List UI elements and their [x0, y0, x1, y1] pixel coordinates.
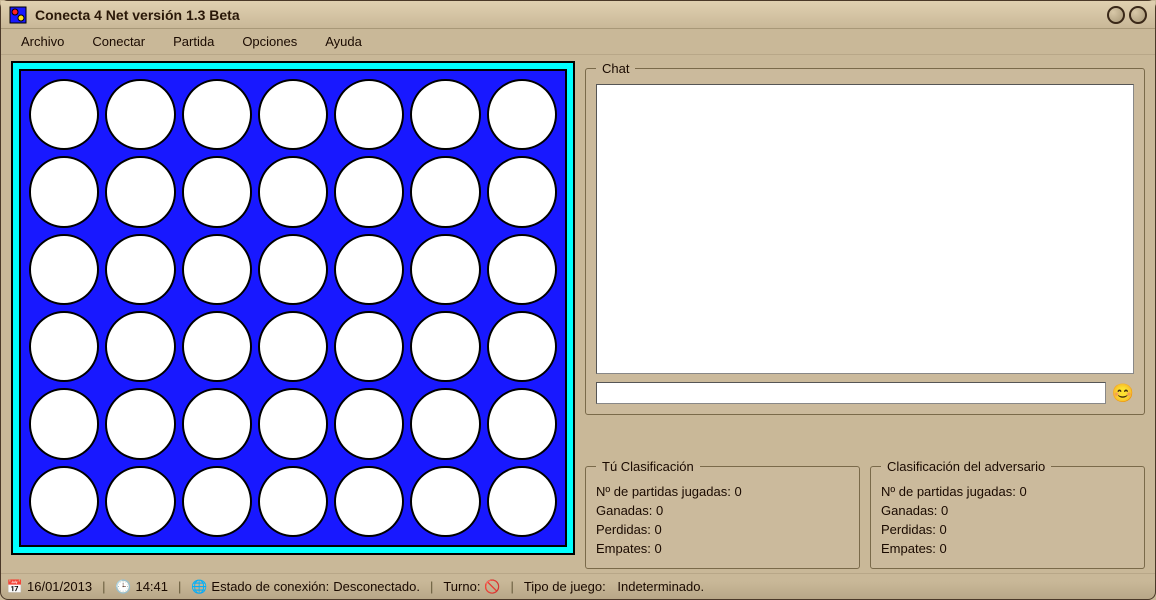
calendar-icon: 📅: [7, 579, 23, 595]
content-area: Chat 😊 Tú Clasificación Nº de partidas j…: [1, 55, 1155, 573]
board-slot[interactable]: [29, 156, 99, 227]
status-gametype-value: Indeterminado.: [617, 579, 704, 594]
status-turn-label: Turno:: [443, 579, 480, 594]
status-separator: |: [102, 579, 105, 594]
close-button[interactable]: [1129, 6, 1147, 24]
self-lost: Perdidas: 0: [596, 520, 849, 539]
game-board[interactable]: [19, 69, 567, 547]
board-slot[interactable]: [182, 388, 252, 459]
board-slot[interactable]: [334, 388, 404, 459]
chat-log[interactable]: [596, 84, 1134, 374]
opponent-stats-panel: Clasificación del adversario Nº de parti…: [870, 459, 1145, 569]
window-buttons: [1107, 6, 1147, 24]
side-pane: Chat 😊 Tú Clasificación Nº de partidas j…: [585, 61, 1145, 569]
board-slot[interactable]: [29, 311, 99, 382]
self-draw: Empates: 0: [596, 539, 849, 558]
minimize-button[interactable]: [1107, 6, 1125, 24]
chat-panel: Chat 😊: [585, 61, 1145, 415]
status-connection-value: Desconectado.: [333, 579, 420, 594]
board-slot[interactable]: [105, 388, 175, 459]
self-stats-legend: Tú Clasificación: [596, 459, 700, 474]
chat-input-row: 😊: [596, 382, 1134, 404]
board-slot[interactable]: [29, 234, 99, 305]
board-slot[interactable]: [182, 466, 252, 537]
chat-input[interactable]: [596, 382, 1106, 404]
board-slot[interactable]: [410, 311, 480, 382]
board-slot[interactable]: [487, 156, 557, 227]
titlebar: Conecta 4 Net versión 1.3 Beta: [1, 1, 1155, 29]
board-slot[interactable]: [182, 156, 252, 227]
board-slot[interactable]: [258, 156, 328, 227]
chat-legend: Chat: [596, 61, 635, 76]
status-date: 16/01/2013: [27, 579, 92, 594]
no-icon: 🚫: [484, 579, 500, 595]
board-slot[interactable]: [334, 79, 404, 150]
opp-won: Ganadas: 0: [881, 501, 1134, 520]
status-time: 14:41: [135, 579, 168, 594]
globe-icon: 🌐: [191, 579, 207, 595]
board-slot[interactable]: [487, 388, 557, 459]
board-slot[interactable]: [182, 234, 252, 305]
board-slot[interactable]: [258, 388, 328, 459]
board-slot[interactable]: [487, 311, 557, 382]
clock-icon: 🕒: [115, 579, 131, 595]
opponent-stats-legend: Clasificación del adversario: [881, 459, 1051, 474]
board-slot[interactable]: [410, 156, 480, 227]
status-connection-label: Estado de conexión:: [211, 579, 329, 594]
board-slot[interactable]: [410, 79, 480, 150]
emoji-icon[interactable]: 😊: [1112, 382, 1134, 404]
window-title: Conecta 4 Net versión 1.3 Beta: [35, 7, 1107, 23]
opp-lost: Perdidas: 0: [881, 520, 1134, 539]
board-slot[interactable]: [29, 79, 99, 150]
board-slot[interactable]: [334, 234, 404, 305]
board-slot[interactable]: [105, 156, 175, 227]
menu-partida[interactable]: Partida: [161, 31, 226, 52]
menu-opciones[interactable]: Opciones: [230, 31, 309, 52]
board-pane: [11, 61, 575, 569]
board-slot[interactable]: [105, 466, 175, 537]
status-separator: |: [510, 579, 513, 594]
self-stats-panel: Tú Clasificación Nº de partidas jugadas:…: [585, 459, 860, 569]
self-won: Ganadas: 0: [596, 501, 849, 520]
board-slot[interactable]: [182, 79, 252, 150]
board-slot[interactable]: [258, 234, 328, 305]
status-separator: |: [178, 579, 181, 594]
opp-played: Nº de partidas jugadas: 0: [881, 482, 1134, 501]
menu-ayuda[interactable]: Ayuda: [313, 31, 374, 52]
board-slot[interactable]: [258, 311, 328, 382]
board-slot[interactable]: [105, 234, 175, 305]
stats-row: Tú Clasificación Nº de partidas jugadas:…: [585, 459, 1145, 569]
menu-archivo[interactable]: Archivo: [9, 31, 76, 52]
board-slot[interactable]: [29, 466, 99, 537]
board-slot[interactable]: [182, 311, 252, 382]
board-slot[interactable]: [487, 466, 557, 537]
board-slot[interactable]: [334, 311, 404, 382]
status-separator: |: [430, 579, 433, 594]
board-slot[interactable]: [29, 388, 99, 459]
board-slot[interactable]: [487, 234, 557, 305]
menu-conectar[interactable]: Conectar: [80, 31, 157, 52]
board-slot[interactable]: [105, 79, 175, 150]
board-slot[interactable]: [105, 311, 175, 382]
board-slot[interactable]: [258, 79, 328, 150]
board-slot[interactable]: [487, 79, 557, 150]
status-gametype-label: Tipo de juego:: [524, 579, 606, 594]
board-frame: [11, 61, 575, 555]
board-slot[interactable]: [410, 388, 480, 459]
self-played: Nº de partidas jugadas: 0: [596, 482, 849, 501]
app-window: Conecta 4 Net versión 1.3 Beta Archivo C…: [0, 0, 1156, 600]
board-slot[interactable]: [410, 466, 480, 537]
menubar: Archivo Conectar Partida Opciones Ayuda: [1, 29, 1155, 55]
board-slot[interactable]: [258, 466, 328, 537]
board-slot[interactable]: [334, 156, 404, 227]
board-slot[interactable]: [334, 466, 404, 537]
opp-draw: Empates: 0: [881, 539, 1134, 558]
app-icon: [9, 6, 27, 24]
board-slot[interactable]: [410, 234, 480, 305]
statusbar: 📅 16/01/2013 | 🕒 14:41 | 🌐 Estado de con…: [1, 573, 1155, 599]
